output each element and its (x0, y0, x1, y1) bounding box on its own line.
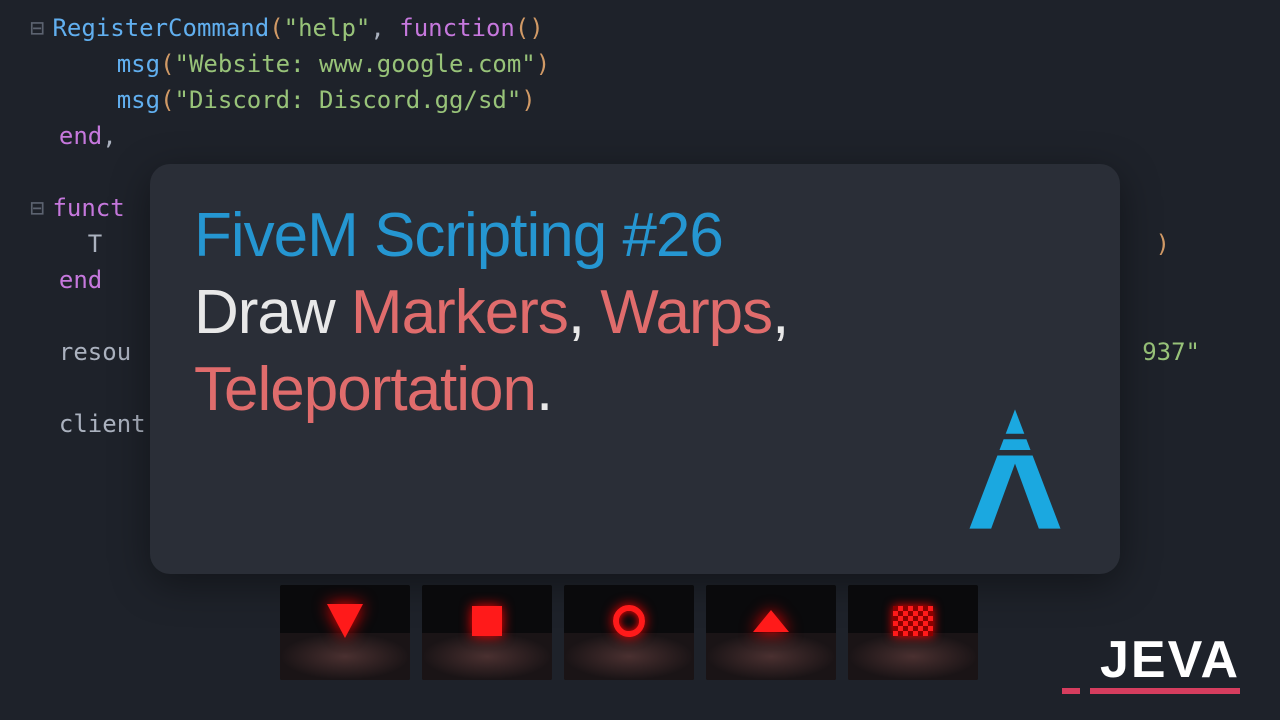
jeva-underline-accent-icon (1062, 688, 1080, 694)
code-line-1: ⊟RegisterCommand("help", function() (30, 10, 1250, 46)
thumb-triangle (280, 585, 410, 680)
code-line-2: msg("Website: www.google.com") (30, 46, 1250, 82)
thumb-chevron (706, 585, 836, 680)
title-card: FiveM Scripting #26 Draw Markers, Warps,… (150, 164, 1120, 574)
code-line-3: msg("Discord: Discord.gg/sd") (30, 82, 1250, 118)
marker-triangle-icon (327, 604, 363, 638)
marker-chevron-icon (753, 610, 789, 632)
title-subtitle-1: Draw Markers, Warps, (194, 277, 1076, 348)
thumb-square (422, 585, 552, 680)
jeva-underline-icon (1090, 688, 1240, 694)
title-series: FiveM Scripting #26 (194, 200, 1076, 271)
code-line-4: end, (30, 118, 1250, 154)
fivem-logo-icon (960, 404, 1070, 534)
title-subtitle-2: Teleportation. (194, 354, 1076, 425)
marker-square-icon (472, 606, 502, 636)
jeva-brand-text: JEVA (1100, 630, 1240, 690)
thumb-checker (848, 585, 978, 680)
thumbnail-row (280, 585, 978, 680)
thumb-ring (564, 585, 694, 680)
marker-checker-icon (893, 606, 933, 636)
marker-ring-icon (613, 605, 645, 637)
